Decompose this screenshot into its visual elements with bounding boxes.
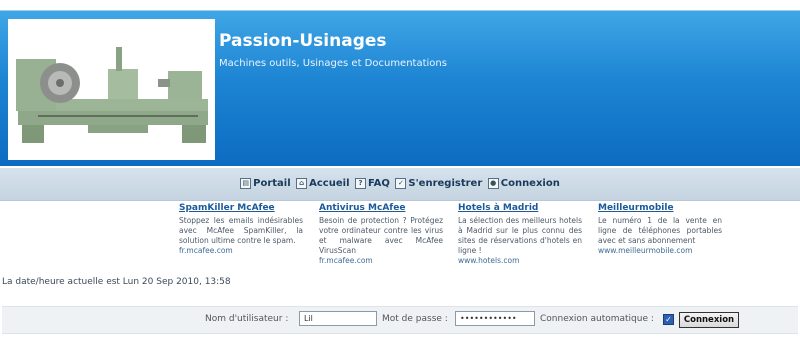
ad-url-link[interactable]: fr.mcafee.com [179,246,303,256]
ad-description: Stoppez les emails indésirables avec McA… [179,216,303,245]
ad-title-link[interactable]: Hotels à Madrid [458,203,582,213]
auto-login-label: Connexion automatique : [540,314,654,324]
main-nav: ▤ Portail ⌂ Accueil ? FAQ ✓ S'enregistre… [0,168,800,201]
nav-register-label: S'enregistrer [408,178,483,189]
site-subtitle: Machines outils, Usinages et Documentati… [219,58,447,69]
username-input[interactable]: Lil [299,311,377,326]
current-date-text: La date/heure actuelle est Lun 20 Sep 20… [2,277,231,287]
login-bar: Nom d'utilisateur : Lil Mot de passe : •… [2,306,798,334]
ad-description: La sélection des meilleurs hotels à Madr… [458,216,582,255]
nav-connexion-label: Connexion [500,178,560,189]
site-header: Passion-Usinages Machines outils, Usinag… [0,10,800,166]
password-input[interactable]: •••••••••••• [455,311,535,326]
ad-title-link[interactable]: Antivirus McAfee [319,203,443,213]
nav-register[interactable]: ✓ S'enregistrer [395,178,482,189]
ad-title-link[interactable]: SpamKiller McAfee [179,203,303,213]
auto-login-checkbox[interactable]: ✓ [663,314,674,325]
ad-block: Hotels à Madrid La sélection des meilleu… [458,203,582,266]
ad-description: Le numéro 1 de la vente en ligne de télé… [598,216,722,245]
ad-url-link[interactable]: fr.mcafee.com [319,256,443,266]
username-label: Nom d'utilisateur : [205,314,289,324]
ad-description: Besoin de protection ? Protégez votre or… [319,216,443,255]
ad-block: Meilleurmobile Le numéro 1 de la vente e… [598,203,722,256]
nav-connexion[interactable]: ● Connexion [487,178,560,189]
home-icon: ⌂ [296,178,308,189]
portal-icon: ▤ [240,178,252,189]
site-title[interactable]: Passion-Usinages [219,31,387,51]
ad-title-link[interactable]: Meilleurmobile [598,203,722,213]
ad-block: Antivirus McAfee Besoin de protection ? … [319,203,443,266]
nav-portail-label: Portail [253,178,291,189]
nav-accueil[interactable]: ⌂ Accueil [296,178,350,189]
nav-faq[interactable]: ? FAQ [354,178,390,189]
login-submit-button[interactable]: Connexion [679,312,739,328]
login-icon: ● [487,178,499,189]
lathe-machine-icon [8,19,215,160]
nav-faq-label: FAQ [367,178,390,189]
logo-image[interactable] [8,19,215,160]
password-label: Mot de passe : [382,314,448,324]
faq-icon: ? [354,178,366,189]
ad-url-link[interactable]: www.hotels.com [458,256,582,266]
ad-block: SpamKiller McAfee Stoppez les emails ind… [179,203,303,256]
nav-portail[interactable]: ▤ Portail [240,178,291,189]
ad-url-link[interactable]: www.meilleurmobile.com [598,246,722,256]
register-icon: ✓ [395,178,407,189]
nav-accueil-label: Accueil [309,178,350,189]
